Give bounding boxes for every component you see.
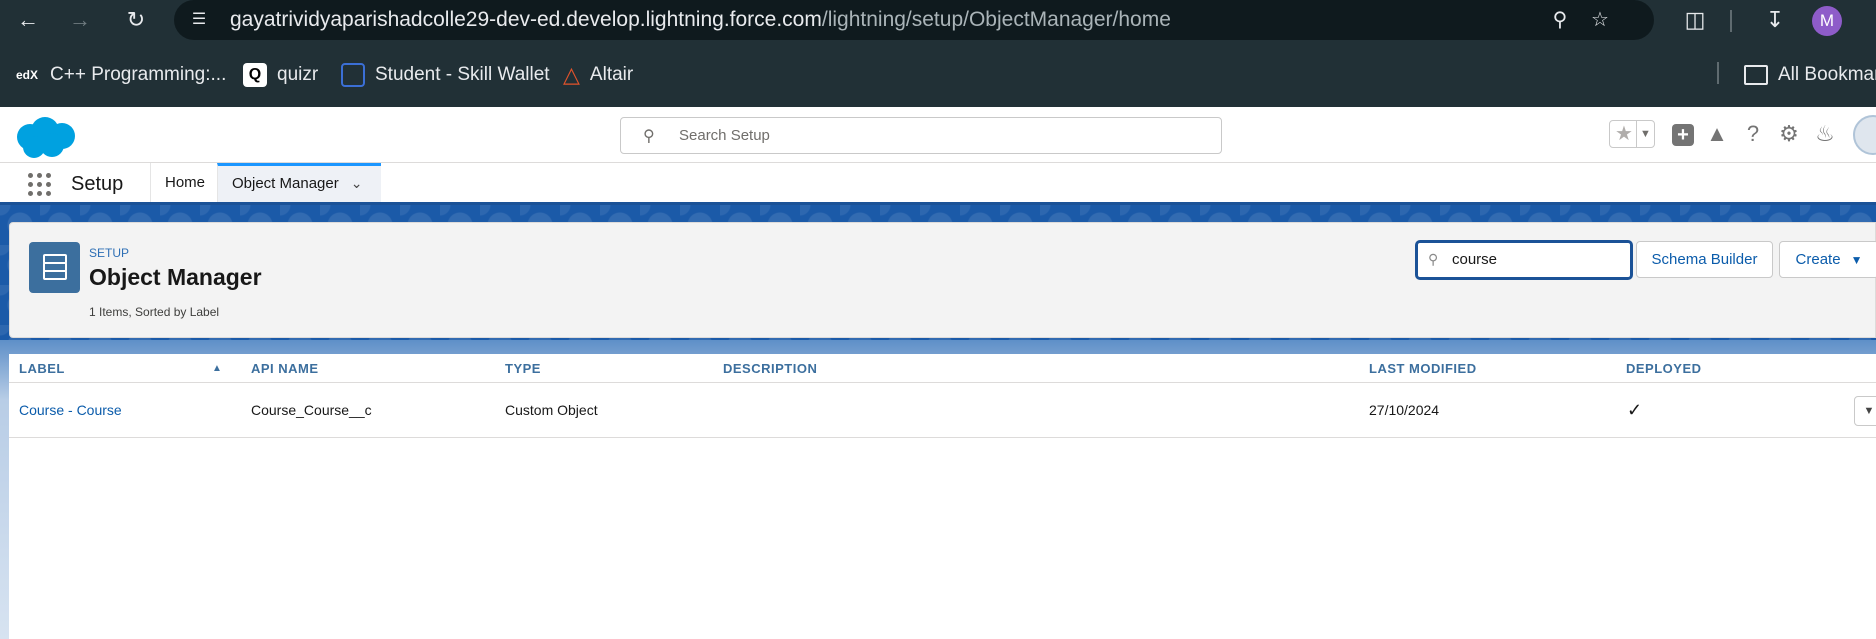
app-launcher-icon[interactable] bbox=[28, 173, 52, 197]
search-icon: ⚲ bbox=[643, 128, 655, 145]
app-title: Setup bbox=[71, 173, 124, 195]
table-row: Course - Course Course_Course__c Custom … bbox=[9, 383, 1876, 438]
tab-object-manager[interactable]: Object Manager ⌄ bbox=[217, 163, 381, 202]
download-icon[interactable]: ↧ bbox=[1760, 6, 1790, 34]
bookmark-cpp[interactable]: edX C++ Programming:... bbox=[14, 60, 226, 90]
create-button[interactable]: Create ▼ bbox=[1779, 241, 1876, 278]
objects-table: LABEL ▲ API NAME TYPE DESCRIPTION LAST M… bbox=[9, 354, 1876, 639]
page-title: Object Manager bbox=[89, 264, 262, 290]
address-bar[interactable]: ☰ gayatrividyaparishadcolle29-dev-ed.dev… bbox=[174, 0, 1654, 40]
salesforce-logo[interactable] bbox=[12, 115, 78, 161]
breadcrumb[interactable]: SETUP bbox=[89, 246, 129, 260]
bookmark-altair[interactable]: △ Altair bbox=[563, 60, 633, 90]
reload-icon[interactable]: ↻ bbox=[122, 6, 150, 34]
global-header: ⚲ Search Setup ★ ▼ + ▲ ? ⚙ ♨ bbox=[0, 107, 1876, 163]
altair-icon: △ bbox=[563, 62, 580, 87]
extensions-icon[interactable]: ◫ bbox=[1680, 6, 1710, 34]
help-icon[interactable]: ? bbox=[1739, 120, 1767, 148]
site-info-icon[interactable]: ☰ bbox=[188, 9, 210, 31]
column-header-type[interactable]: TYPE bbox=[505, 354, 541, 383]
gear-icon[interactable]: ⚙ bbox=[1775, 120, 1803, 148]
setup-nav-bar: Setup Home Object Manager ⌄ bbox=[0, 163, 1876, 205]
bookmark-label: C++ Programming:... bbox=[50, 64, 227, 85]
skill-wallet-icon bbox=[341, 63, 365, 87]
user-avatar[interactable] bbox=[1853, 115, 1876, 155]
column-header-label[interactable]: LABEL bbox=[19, 354, 65, 383]
all-bookmarks-label: All Bookmar bbox=[1778, 64, 1876, 85]
quick-find-value: course bbox=[1452, 251, 1498, 268]
search-icon: ⚲ bbox=[1428, 251, 1439, 267]
star-icon: ★ bbox=[1615, 123, 1633, 145]
global-actions-icon[interactable]: + bbox=[1672, 124, 1694, 146]
api-name-cell: Course_Course__c bbox=[251, 402, 372, 418]
bookmark-label: Altair bbox=[589, 64, 634, 85]
url-text[interactable]: gayatrividyaparishadcolle29-dev-ed.devel… bbox=[230, 0, 1171, 40]
forward-icon[interactable]: → bbox=[66, 6, 94, 34]
zoom-icon[interactable]: ⚲ bbox=[1548, 8, 1572, 32]
notifications-bell-icon[interactable]: ♨ bbox=[1811, 120, 1839, 148]
tab-home[interactable]: Home bbox=[150, 163, 219, 202]
trailhead-icon[interactable]: ▲ bbox=[1703, 120, 1731, 148]
tab-label: Object Manager bbox=[232, 175, 339, 192]
quizr-icon: Q bbox=[243, 63, 267, 87]
setup-search-input[interactable]: ⚲ Search Setup bbox=[620, 117, 1222, 154]
last-modified-cell: 27/10/2024 bbox=[1369, 402, 1440, 418]
column-header-deployed[interactable]: DEPLOYED bbox=[1626, 354, 1702, 383]
profile-avatar[interactable]: M bbox=[1812, 6, 1842, 36]
column-header-last-modified[interactable]: LAST MODIFIED bbox=[1369, 354, 1477, 383]
back-icon[interactable]: ← bbox=[14, 6, 42, 34]
search-placeholder: Search Setup bbox=[679, 127, 770, 144]
object-manager-header: SETUP Object Manager 1 Items, Sorted by … bbox=[9, 222, 1876, 338]
edx-icon: edX bbox=[15, 68, 38, 82]
folder-icon bbox=[1744, 65, 1768, 85]
quick-find-input[interactable]: ⚲ course bbox=[1415, 240, 1633, 280]
create-label: Create bbox=[1795, 251, 1841, 268]
favorites-button[interactable]: ★ ▼ bbox=[1609, 120, 1655, 148]
bookmarks-divider bbox=[1717, 62, 1719, 84]
browser-toolbar: ← → ↻ ☰ gayatrividyaparishadcolle29-dev-… bbox=[0, 0, 1876, 40]
deployed-check-icon: ✓ bbox=[1627, 400, 1643, 420]
url-host: gayatrividyaparishadcolle29-dev-ed.devel… bbox=[230, 8, 822, 31]
column-header-api-name[interactable]: API NAME bbox=[251, 354, 319, 383]
url-path: /lightning/setup/ObjectManager/home bbox=[821, 8, 1171, 31]
all-bookmarks[interactable]: All Bookmar bbox=[1744, 60, 1876, 90]
object-label-link[interactable]: Course - Course bbox=[19, 383, 122, 438]
bookmark-star-icon[interactable]: ☆ bbox=[1588, 8, 1612, 32]
bookmark-quizr[interactable]: Q quizr bbox=[243, 60, 318, 90]
bookmark-label: Student - Skill Wallet bbox=[375, 64, 550, 85]
toolbar-divider bbox=[1730, 10, 1732, 32]
layers-icon bbox=[29, 242, 80, 293]
column-header-description[interactable]: DESCRIPTION bbox=[723, 354, 817, 383]
caret-down-icon[interactable]: ▼ bbox=[1636, 121, 1654, 147]
row-actions-button[interactable]: ▼ bbox=[1854, 396, 1876, 426]
sort-ascending-icon[interactable]: ▲ bbox=[212, 354, 222, 383]
item-count: 1 Items, Sorted by Label bbox=[89, 305, 220, 319]
type-cell: Custom Object bbox=[505, 402, 598, 418]
table-header-row: LABEL ▲ API NAME TYPE DESCRIPTION LAST M… bbox=[9, 354, 1876, 383]
bookmark-label: quizr bbox=[277, 64, 319, 85]
bookmark-skill-wallet[interactable]: Student - Skill Wallet bbox=[341, 60, 550, 90]
schema-builder-button[interactable]: Schema Builder bbox=[1636, 241, 1773, 278]
caret-down-icon: ▼ bbox=[1850, 253, 1863, 267]
chevron-down-icon[interactable]: ⌄ bbox=[351, 166, 363, 201]
